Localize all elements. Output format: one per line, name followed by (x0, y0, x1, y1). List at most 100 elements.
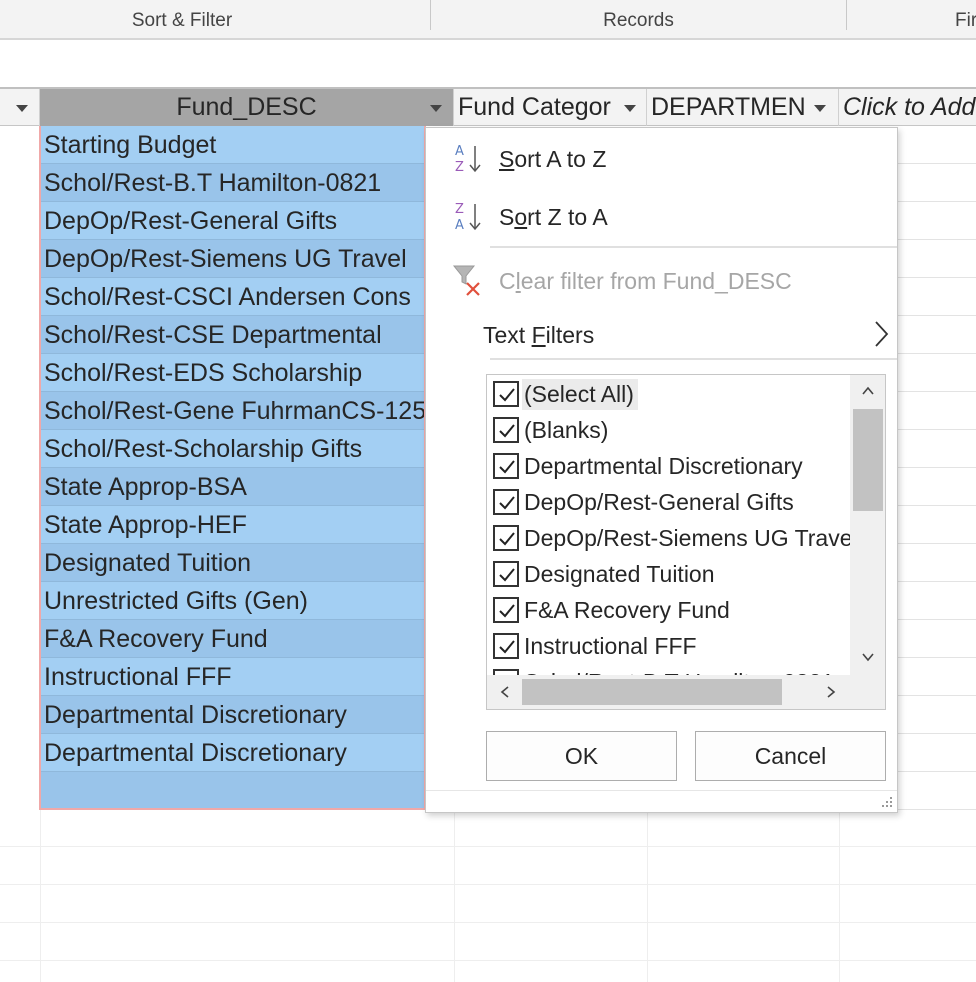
vertical-scroll-thumb[interactable] (853, 409, 883, 511)
row-selector[interactable] (0, 582, 40, 620)
fund-desc-cell[interactable]: State Approp-HEF (40, 506, 425, 544)
fund-desc-cell[interactable]: State Approp-BSA (40, 468, 425, 506)
row-selector[interactable] (0, 696, 40, 734)
checkbox[interactable] (493, 381, 519, 407)
filter-value-item[interactable]: Designated Tuition (491, 557, 850, 593)
row-selector[interactable] (0, 506, 40, 544)
grid-line (0, 960, 976, 961)
scroll-down-icon[interactable] (862, 651, 874, 663)
checkmark-icon (499, 460, 515, 474)
fund-desc-cell[interactable]: DepOp/Rest-Siemens UG Travel (40, 240, 425, 278)
row-selector[interactable] (0, 354, 40, 392)
row-selector[interactable] (0, 430, 40, 468)
fund-desc-cell[interactable]: Schol/Rest-EDS Scholarship (40, 354, 425, 392)
fund-desc-cell[interactable]: F&A Recovery Fund (40, 620, 425, 658)
filter-value-label: Schol/Rest-B.T Hamilton-0821 (522, 667, 838, 675)
ok-button[interactable]: OK (486, 731, 677, 781)
cancel-button[interactable]: Cancel (695, 731, 886, 781)
row-selector[interactable] (0, 240, 40, 278)
row-selector[interactable] (0, 544, 40, 582)
column-header-label: Fund_DESC (176, 93, 317, 121)
filter-value-select-all[interactable]: (Select All) (491, 377, 850, 413)
checkmark-icon (499, 640, 515, 654)
row-selector[interactable] (0, 392, 40, 430)
sort-ascending-icon: A Z (455, 144, 481, 175)
fund-desc-cell[interactable]: Schol/Rest-CSCI Andersen Cons (40, 278, 425, 316)
chevron-down-icon[interactable] (16, 105, 28, 112)
scroll-right-icon[interactable] (825, 686, 837, 698)
fund-desc-cell[interactable]: Schol/Rest-B.T Hamilton-0821 (40, 164, 425, 202)
filter-value-list[interactable]: (Select All) (Blanks) Departmental Discr… (486, 374, 886, 710)
row-selector[interactable] (0, 278, 40, 316)
fund-desc-cell[interactable]: Departmental Discretionary (40, 734, 425, 772)
horizontal-scroll-thumb[interactable] (522, 679, 782, 705)
clear-filter-icon (452, 265, 480, 296)
svg-text:A: A (455, 218, 464, 233)
sort-descending-icon: Z A (455, 202, 481, 233)
checkbox[interactable] (493, 489, 519, 515)
clear-filter-item[interactable]: Clear filter from Fund_DESC (426, 254, 897, 308)
row-selector[interactable] (0, 772, 40, 810)
column-header-label: Click to Add (843, 93, 976, 121)
svg-text:A: A (455, 144, 464, 159)
filter-value-item[interactable]: (Blanks) (491, 413, 850, 449)
checkbox[interactable] (493, 561, 519, 587)
sort-a-to-z-item[interactable]: A Z Sort A to Z (426, 132, 897, 186)
column-header-click-to-add[interactable]: Click to Add (839, 89, 976, 126)
row-selector[interactable] (0, 126, 40, 164)
filter-value-item[interactable]: Instructional FFF (491, 629, 850, 665)
filter-value-label: (Blanks) (524, 417, 609, 443)
ribbon-group-label: Fir (955, 10, 976, 31)
chevron-down-icon[interactable] (814, 105, 826, 112)
fund-desc-cell[interactable]: Designated Tuition (40, 544, 425, 582)
vertical-scrollbar[interactable] (850, 375, 885, 675)
filter-value-item[interactable]: DepOp/Rest-Siemens UG Travel (491, 521, 850, 557)
column-header-previous[interactable] (0, 89, 40, 126)
fund-desc-cell[interactable]: Schol/Rest-CSE Departmental (40, 316, 425, 354)
checkmark-icon (499, 532, 515, 546)
resize-grip-icon[interactable] (881, 796, 893, 808)
fund-desc-cell[interactable]: DepOp/Rest-General Gifts (40, 202, 425, 240)
ribbon-group-label: Records (603, 10, 674, 31)
checkbox[interactable] (493, 633, 519, 659)
fund-desc-cell[interactable]: Schol/Rest-Scholarship Gifts (40, 430, 425, 468)
checkmark-icon (499, 388, 515, 402)
filter-value-item[interactable]: F&A Recovery Fund (491, 593, 850, 629)
fund-desc-cell[interactable]: Instructional FFF (40, 658, 425, 696)
sort-z-to-a-item[interactable]: Z A Sort Z to A (426, 190, 897, 244)
column-header-fund-desc[interactable]: Fund_DESC (40, 89, 454, 126)
checkbox[interactable] (493, 525, 519, 551)
grid-line (0, 884, 976, 885)
row-selector[interactable] (0, 468, 40, 506)
column-header-department[interactable]: DEPARTMEN (647, 89, 839, 126)
menu-divider (490, 246, 897, 248)
fund-desc-cell[interactable]: Schol/Rest-Gene FuhrmanCS-1259 (40, 392, 425, 430)
row-selector[interactable] (0, 620, 40, 658)
grid-line (454, 810, 455, 982)
menu-divider (426, 790, 897, 791)
filter-value-item[interactable]: DepOp/Rest-General Gifts (491, 485, 850, 521)
checkbox[interactable] (493, 453, 519, 479)
filter-value-item[interactable]: Schol/Rest-B.T Hamilton-0821 (491, 665, 850, 675)
scroll-up-icon[interactable] (862, 385, 874, 397)
column-header-fund-category[interactable]: Fund Categor (454, 89, 647, 126)
fund-desc-cell[interactable]: Unrestricted Gifts (Gen) (40, 582, 425, 620)
row-selector[interactable] (0, 202, 40, 240)
row-selector[interactable] (0, 164, 40, 202)
fund-desc-cell[interactable]: Departmental Discretionary (40, 696, 425, 734)
scroll-left-icon[interactable] (499, 686, 511, 698)
fund-desc-cell[interactable]: Starting Budget (40, 126, 425, 164)
chevron-down-icon[interactable] (430, 105, 442, 112)
row-selector[interactable] (0, 316, 40, 354)
svg-text:Z: Z (455, 202, 464, 217)
fund-desc-cell[interactable] (40, 772, 425, 810)
checkbox[interactable] (493, 597, 519, 623)
filter-value-item[interactable]: Departmental Discretionary (491, 449, 850, 485)
text-filters-item[interactable]: Text Filters (426, 308, 897, 362)
row-selector[interactable] (0, 734, 40, 772)
checkmark-icon (499, 568, 515, 582)
horizontal-scrollbar[interactable] (487, 675, 885, 709)
chevron-down-icon[interactable] (624, 105, 636, 112)
row-selector[interactable] (0, 658, 40, 696)
checkbox[interactable] (493, 417, 519, 443)
